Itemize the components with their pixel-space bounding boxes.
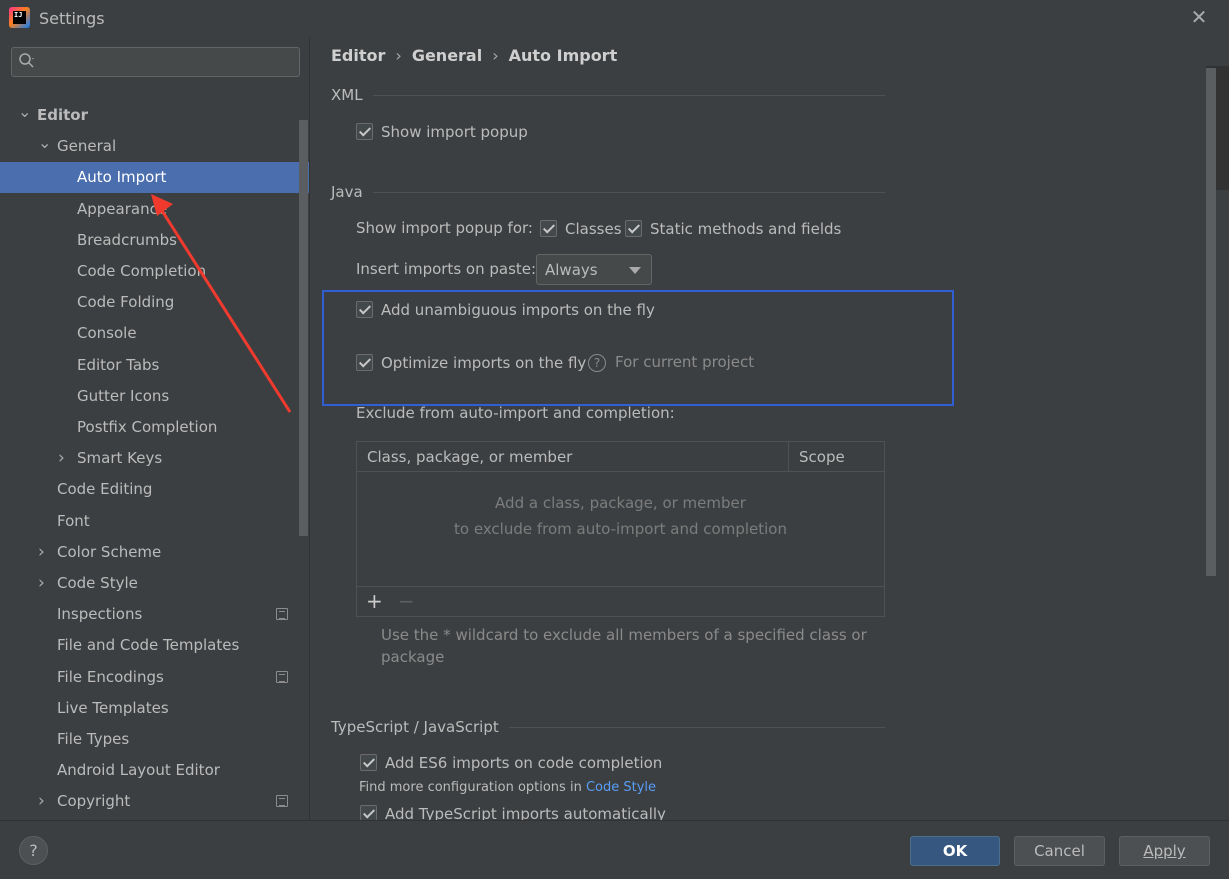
help-icon[interactable]: ? (588, 354, 606, 372)
breadcrumb-auto-import: Auto Import (508, 46, 618, 65)
sidebar-item-label: Console (77, 324, 137, 343)
add-icon[interactable]: + (366, 589, 383, 613)
close-icon[interactable]: ✕ (1188, 6, 1210, 28)
sidebar-item-live-templates[interactable]: Live Templates (0, 693, 309, 724)
show-import-popup-checkbox[interactable] (356, 123, 373, 140)
empty-table-text-2: to exclude from auto-import and completi… (454, 520, 787, 538)
breadcrumb-general[interactable]: General (412, 46, 482, 65)
sidebar-item-label: File and Code Templates (57, 636, 240, 655)
static-methods-label[interactable]: Static methods and fields (650, 220, 841, 238)
optimize-imports-label[interactable]: Optimize imports on the fly (381, 354, 586, 372)
insert-imports-label: Insert imports on paste: (356, 260, 537, 278)
sidebar-item-file-and-code-templates[interactable]: File and Code Templates (0, 630, 309, 661)
chevron-right-icon[interactable]: › (38, 786, 45, 817)
dialog-footer: ? OK Cancel Apply (0, 820, 1229, 879)
search-icon (18, 52, 36, 74)
sidebar-item-label: Font (57, 511, 90, 530)
sidebar-item-file-types[interactable]: File Types (0, 724, 309, 755)
red-arrow-annotation (151, 194, 292, 413)
sidebar-item-label: Live Templates (57, 698, 169, 717)
divider (373, 95, 885, 96)
sidebar-item-label: File Encodings (57, 667, 164, 686)
unambiguous-imports-label[interactable]: Add unambiguous imports on the fly (381, 301, 655, 319)
exclude-table[interactable]: Class, package, or member Scope Add a cl… (356, 441, 885, 617)
sidebar-item-auto-import[interactable]: Auto Import (0, 162, 309, 194)
es6-imports-checkbox[interactable] (360, 754, 377, 771)
project-scope-icon (276, 795, 288, 808)
sidebar-item-copyright[interactable]: › Copyright (0, 786, 309, 817)
exclude-label: Exclude from auto-import and completion: (356, 404, 675, 422)
sidebar-item-label: Code Editing (57, 480, 153, 499)
sidebar-item-file-encodings[interactable]: File Encodings (0, 662, 309, 693)
sidebar-item-label: General (57, 137, 117, 156)
sidebar-item-label: Copyright (57, 792, 131, 811)
sidebar-item-font[interactable]: Font (0, 506, 309, 537)
chevron-right-icon[interactable]: › (38, 568, 45, 599)
sidebar-item-code-style[interactable]: › Code Style (0, 568, 309, 599)
sidebar-item-label: File Types (57, 730, 130, 748)
apply-button[interactable]: Apply (1119, 836, 1210, 866)
show-import-popup-label[interactable]: Show import popup (381, 123, 528, 141)
chevron-down-icon (629, 267, 641, 274)
sidebar-item-label: Inspections (57, 605, 143, 624)
chevron-down-icon[interactable]: ⌄ (38, 127, 51, 158)
more-options-text: Find more configuration options in Code … (359, 780, 656, 795)
insert-imports-select[interactable]: Always (536, 254, 652, 285)
column-header-class[interactable]: Class, package, or member (367, 448, 572, 466)
cancel-button[interactable]: Cancel (1014, 836, 1105, 866)
table-header: Class, package, or member Scope (357, 442, 884, 472)
es6-imports-label[interactable]: Add ES6 imports on code completion (385, 754, 662, 772)
help-button[interactable]: ? (19, 836, 48, 865)
table-toolbar: + − (357, 586, 884, 617)
project-scope-icon (276, 608, 288, 621)
more-options-prefix: Find more configuration options in (359, 780, 582, 795)
java-section-title: Java (331, 183, 363, 201)
sidebar-item-smart-keys[interactable]: › Smart Keys (0, 443, 309, 474)
sidebar-item-android-layout-editor[interactable]: Android Layout Editor (0, 755, 309, 786)
sidebar-item-label: Auto Import (77, 168, 167, 187)
intellij-logo-icon: IJ (9, 7, 30, 28)
chevron-right-icon[interactable]: › (58, 443, 65, 474)
chevron-down-icon[interactable]: ⌄ (18, 96, 31, 127)
project-scope-icon (276, 670, 288, 683)
sidebar-item-general[interactable]: ⌄ General (0, 131, 309, 162)
title-bar: IJ Settings ✕ (0, 0, 1229, 38)
breadcrumb-editor[interactable]: Editor (331, 46, 385, 65)
sidebar-item-label: Color Scheme (57, 542, 162, 561)
optimize-imports-checkbox[interactable] (356, 354, 373, 371)
ok-button[interactable]: OK (910, 836, 1000, 866)
settings-content: Editor › General › Auto Import XML Show impo… (311, 38, 1229, 820)
import-popup-for-label: Show import popup for: (356, 219, 533, 237)
code-style-link[interactable]: Code Style (586, 780, 656, 795)
typescript-imports-label[interactable]: Add TypeScript imports automatically (385, 805, 666, 820)
classes-label[interactable]: Classes (565, 220, 622, 238)
unambiguous-imports-checkbox[interactable] (356, 301, 373, 318)
sidebar-item-code-editing[interactable]: Code Editing (0, 474, 309, 505)
static-methods-checkbox[interactable] (625, 220, 642, 237)
content-scrollbar[interactable] (1206, 68, 1216, 576)
column-header-scope[interactable]: Scope (799, 448, 845, 466)
empty-table-text: Add a class, package, or member (495, 494, 746, 512)
typescript-imports-checkbox[interactable] (360, 805, 377, 820)
optimize-scope-label: For current project (615, 353, 755, 371)
sidebar-item-inspections[interactable]: Inspections (0, 599, 309, 630)
sidebar-item-color-scheme[interactable]: › Color Scheme (0, 537, 309, 568)
typescript-section-title: TypeScript / JavaScript (331, 718, 499, 736)
insert-imports-value: Always (545, 261, 598, 279)
apply-label: Apply (1143, 842, 1186, 860)
wildcard-hint: Use the * wildcard to exclude all member… (381, 626, 867, 666)
settings-sidebar: ⌄ Editor ⌄ General Auto Import Appearance Brea… (0, 38, 310, 820)
remove-icon: − (398, 589, 415, 613)
xml-section-title: XML (331, 86, 363, 104)
breadcrumb: Editor › General › Auto Import (331, 46, 618, 65)
classes-checkbox[interactable] (540, 220, 557, 237)
search-input[interactable] (11, 47, 300, 77)
chevron-right-icon[interactable]: › (38, 537, 45, 568)
divider (373, 192, 885, 193)
sidebar-item-label: Code Style (57, 574, 138, 592)
window-title: Settings (39, 9, 105, 28)
sidebar-item-label: Smart Keys (77, 449, 163, 468)
sidebar-item-label: Android Layout Editor (57, 761, 220, 780)
divider (509, 727, 885, 728)
